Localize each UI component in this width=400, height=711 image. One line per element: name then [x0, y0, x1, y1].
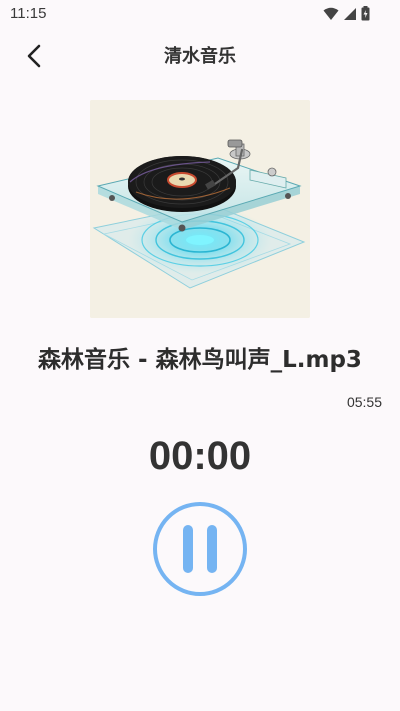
app-header: 清水音乐	[0, 34, 400, 74]
track-duration: 05:55	[346, 394, 382, 410]
music-player-screen: 11:15 清水音乐 森林音乐 - 森林鸟叫声_L.mp3 05:55 00:0…	[0, 0, 400, 711]
signal-icon	[344, 8, 356, 20]
status-icons	[323, 6, 370, 21]
album-art	[90, 100, 310, 318]
turntable-record-illustration	[90, 100, 310, 318]
play-pause-button[interactable]	[152, 501, 248, 597]
current-time: 00:00	[148, 434, 252, 478]
track-name: 森林音乐 - 森林鸟叫声_L.mp3	[38, 347, 362, 373]
page-title: 清水音乐	[164, 46, 236, 67]
pause-icon	[153, 502, 247, 596]
status-bar: 11:15	[0, 0, 400, 28]
status-time: 11:15	[10, 5, 47, 22]
battery-icon	[361, 6, 370, 21]
wifi-icon	[323, 7, 339, 20]
